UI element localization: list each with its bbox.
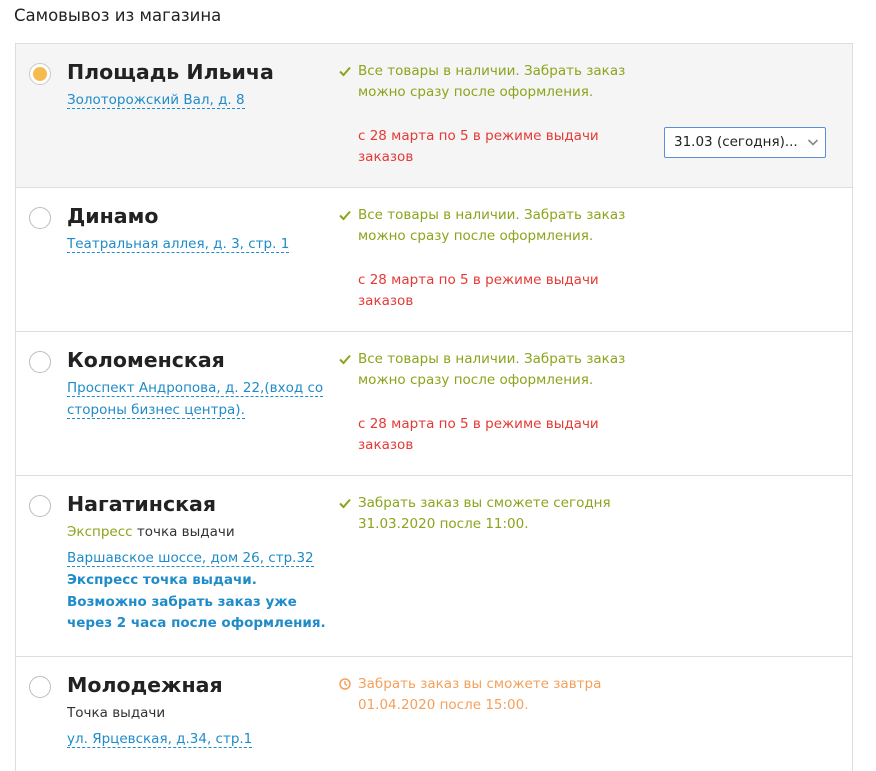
store-radio[interactable] [29, 676, 51, 698]
page-title: Самовывоз из магазина [14, 6, 222, 25]
store-address-link[interactable]: Золоторожский Вал, д. 8 [67, 90, 245, 112]
store-option-molodezhnaya[interactable]: Молодежная Точка выдачи ул. Ярцевская, д… [16, 656, 852, 771]
store-address-link[interactable]: Варшавское шоссе, дом 26, стр.32 [67, 548, 314, 570]
availability-status: Все товары в наличии. Забрать заказ можн… [339, 61, 625, 103]
store-option-dinamo[interactable]: Динамо Театральная аллея, д. 3, стр. 1 В… [16, 187, 852, 331]
store-name: Площадь Ильича [67, 60, 274, 84]
express-label: Экспресс [67, 524, 133, 540]
check-icon [339, 354, 351, 365]
pickup-date-select[interactable]: 31.03 (сегодня)... [664, 127, 826, 158]
store-radio[interactable] [29, 207, 51, 229]
store-name: Коломенская [67, 348, 225, 372]
chevron-down-icon [807, 139, 819, 146]
pickup-mode-warning: с 28 марта по 5 в режиме выдачи заказов [358, 416, 599, 453]
store-address-link[interactable]: Проспект Андропова, д. 22,(вход со сторон… [67, 378, 324, 421]
store-name: Молодежная [67, 673, 223, 697]
store-option-kolomenskaya[interactable]: Коломенская Проспект Андропова, д. 22,(в… [16, 331, 852, 475]
availability-status: Забрать заказ вы сможете завтра 01.04.20… [339, 674, 601, 716]
store-option-nagatinskaya[interactable]: Нагатинская Экспресс точка выдачи Варшав… [16, 475, 852, 656]
availability-status: Все товары в наличии. Забрать заказ можн… [339, 205, 625, 247]
check-icon [339, 210, 351, 221]
store-radio-selected[interactable] [29, 63, 51, 85]
store-name: Нагатинская [67, 492, 217, 516]
store-address-link[interactable]: ул. Ярцевская, д.34, стр.1 [67, 729, 253, 751]
availability-status: Забрать заказ вы сможете сегодня 31.03.2… [339, 493, 611, 535]
store-type: Точка выдачи [67, 705, 166, 721]
store-type: Экспресс точка выдачи [67, 524, 235, 540]
store-radio[interactable] [29, 351, 51, 373]
express-note: Экспресс точка выдачи. Возможно забрать … [67, 572, 326, 631]
store-radio[interactable] [29, 495, 51, 517]
availability-status: Все товары в наличии. Забрать заказ можн… [339, 349, 625, 391]
check-icon [339, 66, 351, 77]
clock-icon [339, 678, 351, 690]
check-icon [339, 498, 351, 509]
pickup-mode-warning: с 28 марта по 5 в режиме выдачи заказов [358, 128, 599, 165]
store-address-link[interactable]: Театральная аллея, д. 3, стр. 1 [67, 234, 290, 256]
store-list: Площадь Ильича Золоторожский Вал, д. 8 В… [15, 43, 853, 771]
pickup-mode-warning: с 28 марта по 5 в режиме выдачи заказов [358, 272, 599, 309]
store-name: Динамо [67, 204, 159, 228]
store-option-ploshchad-ilicha[interactable]: Площадь Ильича Золоторожский Вал, д. 8 В… [16, 44, 852, 187]
